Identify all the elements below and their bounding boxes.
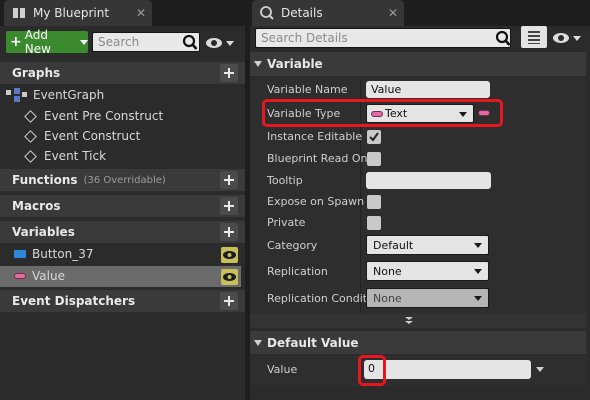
variable-name-label: Variable Name xyxy=(267,83,348,96)
category-dropdown[interactable]: Default xyxy=(366,235,489,255)
replication-dropdown[interactable]: None xyxy=(366,261,489,281)
functions-section-header[interactable]: Functions (36 Overridable) xyxy=(0,169,245,191)
details-info-icon xyxy=(260,6,274,20)
event-label: Event Construct xyxy=(44,129,141,143)
event-label: Event Tick xyxy=(44,149,107,163)
add-graph-button[interactable] xyxy=(220,64,238,82)
variable-section-header[interactable]: Variable xyxy=(250,52,586,76)
visibility-eye-icon[interactable] xyxy=(221,269,238,285)
default-value-section-header[interactable]: Default Value xyxy=(250,331,586,354)
search-placeholder: Search xyxy=(98,35,140,49)
search-icon[interactable] xyxy=(494,30,512,48)
my-blueprint-tab[interactable]: My Blueprint ✕ xyxy=(4,0,152,26)
variable-label: Value xyxy=(32,269,65,283)
text-pin-icon xyxy=(14,273,26,279)
details-tab-title: Details xyxy=(281,6,323,20)
variable-type-highlight xyxy=(262,99,503,127)
details-panel: Search Details Variable Variable Name Va… xyxy=(250,26,590,400)
private-checkbox[interactable] xyxy=(367,216,381,230)
add-new-button[interactable]: + Add New xyxy=(6,28,88,56)
tooltip-label: Tooltip xyxy=(267,174,303,187)
details-tab[interactable]: Details ✕ xyxy=(252,0,404,26)
private-label: Private xyxy=(267,216,306,229)
macros-section-header[interactable]: Macros xyxy=(0,195,245,217)
blueprint-read-only-label: Blueprint Read Onl xyxy=(267,152,371,165)
add-variable-button[interactable] xyxy=(220,223,238,241)
replication-value: None xyxy=(373,264,402,278)
object-pin-icon xyxy=(14,250,26,258)
close-icon[interactable]: ✕ xyxy=(136,6,146,20)
details-search-input[interactable]: Search Details xyxy=(255,28,511,48)
default-value-label: Value xyxy=(267,363,298,376)
expose-on-spawn-label: Expose on Spawn xyxy=(267,195,365,208)
variable-item-button-37[interactable]: Button_37 xyxy=(14,247,93,261)
replication-condition-label: Replication Conditi xyxy=(267,292,371,305)
search-placeholder: Search Details xyxy=(261,31,348,45)
graphs-label: Graphs xyxy=(12,66,61,80)
functions-label: Functions xyxy=(12,173,78,187)
event-diamond-icon xyxy=(24,149,37,163)
plus-icon: + xyxy=(10,34,22,50)
category-label: Category xyxy=(267,239,318,252)
add-event-dispatcher-button[interactable] xyxy=(220,292,238,310)
chevron-down-icon xyxy=(474,269,482,274)
graphs-section-header[interactable]: Graphs xyxy=(0,62,245,84)
checkmark-icon xyxy=(369,132,379,142)
chevron-down-icon xyxy=(474,243,482,248)
event-construct-item[interactable]: Event Construct xyxy=(24,129,141,143)
event-diamond-icon xyxy=(24,129,37,143)
collapse-arrow-icon xyxy=(254,61,262,67)
add-function-button[interactable] xyxy=(220,171,238,189)
tooltip-field[interactable] xyxy=(366,172,491,189)
instance-editable-label: Instance Editable xyxy=(267,130,363,143)
add-macro-button[interactable] xyxy=(220,197,238,215)
variables-label: Variables xyxy=(12,225,75,239)
chevron-down-icon xyxy=(474,296,482,301)
variable-name-value: Value xyxy=(371,83,402,96)
default-value-dropdown-arrow-icon[interactable] xyxy=(536,367,544,372)
grid-icon xyxy=(528,31,540,44)
event-graph-label: EventGraph xyxy=(33,88,105,102)
variable-label: Button_37 xyxy=(32,247,94,261)
event-label: Event Pre Construct xyxy=(44,109,164,123)
view-options-eye-icon[interactable] xyxy=(204,36,236,50)
event-dispatchers-section-header[interactable]: Event Dispatchers xyxy=(0,290,245,312)
advanced-expander[interactable] xyxy=(250,314,586,328)
event-dispatchers-label: Event Dispatchers xyxy=(12,294,136,308)
event-diamond-icon xyxy=(24,109,37,123)
variable-name-field[interactable]: Value xyxy=(366,81,490,98)
view-options-eye-icon[interactable] xyxy=(551,31,583,45)
functions-overridable-note: (36 Overridable) xyxy=(83,174,166,186)
macros-label: Macros xyxy=(12,199,61,213)
my-blueprint-tab-title: My Blueprint xyxy=(33,6,110,20)
visibility-eye-icon[interactable] xyxy=(221,247,238,263)
blueprint-book-icon xyxy=(13,8,25,18)
chevron-down-icon xyxy=(80,39,88,45)
variable-item-value[interactable]: Value xyxy=(14,269,65,283)
close-icon[interactable]: ✕ xyxy=(388,6,398,20)
blueprint-read-only-checkbox[interactable] xyxy=(367,152,381,166)
search-icon[interactable] xyxy=(181,34,199,52)
replication-label: Replication xyxy=(267,265,328,278)
replication-condition-value: None xyxy=(373,291,402,305)
add-new-label: Add New xyxy=(24,28,51,56)
property-matrix-button[interactable] xyxy=(521,26,547,48)
event-pre-construct-item[interactable]: Event Pre Construct xyxy=(24,109,164,123)
variable-section-label: Variable xyxy=(267,57,323,71)
instance-editable-checkbox[interactable] xyxy=(367,130,381,144)
double-chevron-down-icon xyxy=(405,317,413,324)
default-value-highlight xyxy=(358,355,386,386)
variables-section-header[interactable]: Variables xyxy=(0,221,245,243)
event-tick-item[interactable]: Event Tick xyxy=(24,149,107,163)
default-value-field[interactable]: 0 xyxy=(364,360,531,379)
replication-condition-dropdown: None xyxy=(366,288,489,308)
category-value: Default xyxy=(373,238,414,252)
collapse-arrow-icon xyxy=(254,339,262,346)
event-graph-item[interactable]: EventGraph xyxy=(6,88,104,102)
event-graph-icon xyxy=(6,88,27,102)
my-blueprint-panel: + Add New Search Graphs EventGraph Event… xyxy=(0,26,245,400)
default-value-section-label: Default Value xyxy=(267,335,359,350)
expose-on-spawn-checkbox[interactable] xyxy=(367,195,381,209)
